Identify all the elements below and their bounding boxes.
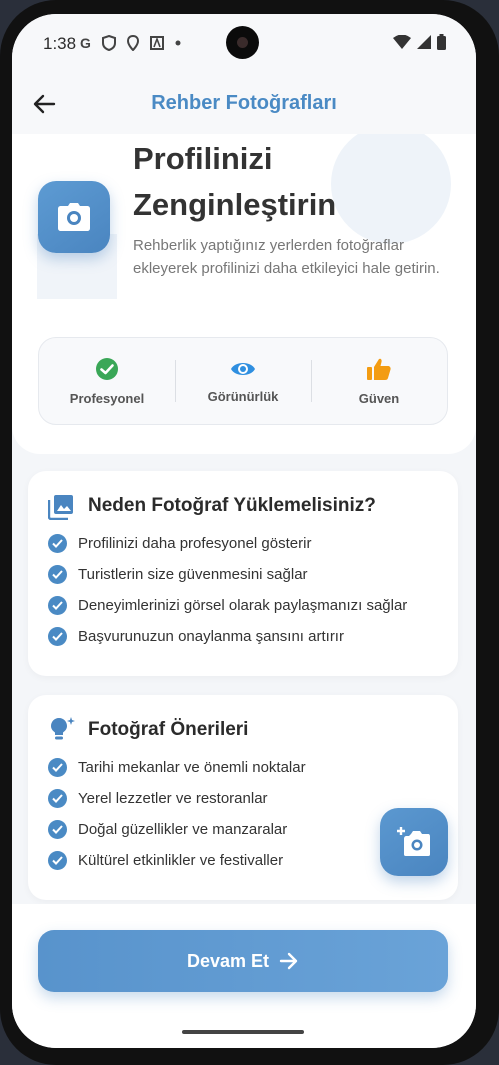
list-item: Turistlerin size güvenmesini sağlar xyxy=(48,559,407,590)
gallery-icon xyxy=(48,495,73,520)
camera-tile xyxy=(38,181,110,253)
app-bar: Rehber Fotoğrafları xyxy=(12,74,476,134)
list-item: Başvurunuzun onaylanma şansını artırır xyxy=(48,621,407,652)
why-list: Profilinizi daha profesyonel gösterir Tu… xyxy=(48,528,407,652)
battery-icon xyxy=(437,34,446,50)
feature-label: Güven xyxy=(358,390,400,406)
location-pin-icon xyxy=(126,35,139,51)
google-icon: G xyxy=(80,35,91,51)
hero-heading: Profilinizi Zenginleştirin xyxy=(133,141,337,222)
list-item: Kültürel etkinlikler ve festivaller xyxy=(48,845,306,876)
list-item-text: Profilinizi daha profesyonel gösterir xyxy=(78,535,312,552)
hero-card: Profilinizi Zenginleştirin Rehberlik yap… xyxy=(12,134,476,454)
check-icon xyxy=(48,627,67,646)
check-icon xyxy=(48,758,67,777)
list-item-text: Kültürel etkinlikler ve festivaller xyxy=(78,852,284,869)
signal-icon xyxy=(417,35,431,49)
list-item-text: Başvurunuzun onaylanma şansını artırır xyxy=(78,628,344,645)
front-camera xyxy=(226,26,259,59)
list-item: Profilinizi daha profesyonel gösterir xyxy=(48,528,407,559)
tips-card-title: Fotoğraf Önerileri xyxy=(88,719,249,740)
add-photo-icon xyxy=(397,827,430,856)
feature-trust: Güven xyxy=(311,338,447,424)
screen: 1:38 G Rehber Fotoğrafları Profilinizi Z… xyxy=(12,14,476,1048)
font-icon xyxy=(149,36,164,50)
feature-label: Görünürlük xyxy=(207,388,279,404)
thumbs-up-icon xyxy=(367,358,391,380)
wifi-icon xyxy=(393,35,411,49)
feature-strip: Profesyonel Görünürlük Güven xyxy=(38,337,448,425)
why-upload-card: Neden Fotoğraf Yüklemelisiniz? Profilini… xyxy=(28,471,458,676)
phone-frame: 1:38 G Rehber Fotoğrafları Profilinizi Z… xyxy=(0,0,499,1065)
shield-icon xyxy=(101,35,116,51)
why-card-title: Neden Fotoğraf Yüklemelisiniz? xyxy=(88,495,376,516)
list-item: Yerel lezzetler ve restoranlar xyxy=(48,783,306,814)
status-notification-icons: G xyxy=(80,35,181,51)
list-item-text: Tarihi mekanlar ve önemli noktalar xyxy=(78,759,306,776)
status-time: 1:38 xyxy=(43,34,77,53)
lightbulb-icon xyxy=(51,717,75,740)
check-icon xyxy=(48,565,67,584)
continue-button[interactable]: Devam Et xyxy=(38,930,448,992)
continue-button-label: Devam Et xyxy=(186,950,270,971)
check-icon xyxy=(48,596,67,615)
list-item: Deneyimlerinizi görsel olarak paylaşmanı… xyxy=(48,590,407,621)
add-photo-button[interactable] xyxy=(380,808,448,876)
camera-icon xyxy=(58,203,90,231)
list-item: Tarihi mekanlar ve önemli noktalar xyxy=(48,752,306,783)
list-item-text: Deneyimlerinizi görsel olarak paylaşmanı… xyxy=(78,597,408,614)
check-icon xyxy=(48,789,67,808)
check-circle-icon xyxy=(96,357,118,380)
feature-label: Profesyonel xyxy=(69,390,145,406)
check-icon xyxy=(48,851,67,870)
page-title: Rehber Fotoğrafları xyxy=(151,92,337,114)
list-item-text: Turistlerin size güvenmesini sağlar xyxy=(78,566,308,583)
home-indicator[interactable] xyxy=(182,1030,304,1034)
bottom-bar: Devam Et xyxy=(12,904,476,1048)
hero-description: Rehberlik yaptığınız yerlerden fotoğrafl… xyxy=(133,237,440,277)
dot-icon xyxy=(175,40,181,46)
arrow-right-icon xyxy=(279,952,298,970)
list-item-text: Doğal güzellikler ve manzaralar xyxy=(78,821,288,838)
list-item: Doğal güzellikler ve manzaralar xyxy=(48,814,306,845)
status-bar: 1:38 G xyxy=(12,14,476,74)
eye-icon xyxy=(231,362,255,375)
feature-professional: Profesyonel xyxy=(39,338,175,424)
check-icon xyxy=(48,534,67,553)
tips-list: Tarihi mekanlar ve önemli noktalar Yerel… xyxy=(48,752,306,876)
status-system-icons xyxy=(393,34,446,50)
feature-visibility: Görünürlük xyxy=(175,338,311,424)
list-item-text: Yerel lezzetler ve restoranlar xyxy=(78,790,268,807)
check-icon xyxy=(48,820,67,839)
